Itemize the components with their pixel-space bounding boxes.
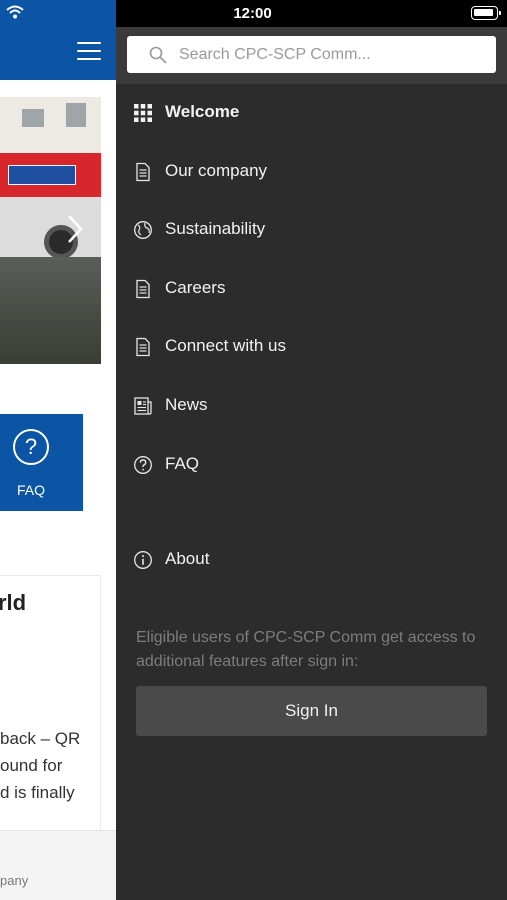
menu-item-about[interactable]: About (116, 535, 507, 585)
question-circle-icon: ? (13, 429, 49, 465)
app-header (0, 0, 116, 80)
page-footer (0, 830, 116, 900)
menu-item-label: Careers (165, 278, 226, 297)
globe-icon (134, 221, 152, 239)
news-card-title: rld (0, 590, 27, 615)
menu-item-careers[interactable]: Careers (116, 264, 507, 314)
sign-in-button[interactable]: Sign In (136, 686, 487, 736)
background-page: ? FAQ rld back – QR ound for d is finall… (0, 0, 116, 900)
news-card-line: ound for (0, 756, 63, 775)
menu-item-label: Connect with us (165, 336, 286, 355)
news-card-line: d is finally (0, 783, 75, 802)
status-bar: 12:00 (116, 0, 507, 27)
document-icon (136, 162, 150, 182)
wifi-icon (6, 5, 24, 19)
news-card-line: back – QR (0, 729, 81, 748)
grid-icon (134, 104, 152, 122)
document-icon (136, 337, 150, 357)
menu-item-label: FAQ (165, 454, 200, 473)
menu-item-label: Sustainability (165, 219, 266, 238)
document-icon (136, 279, 150, 299)
menu-item-label: News (165, 395, 208, 414)
status-time: 12:00 (233, 5, 272, 22)
menu-item-faq[interactable]: FAQ (116, 440, 507, 490)
signin-note: Eligible users of CPC-SCP Comm get acces… (136, 629, 476, 670)
menu-item-our-company[interactable]: Our company (116, 147, 507, 197)
menu-item-label: Our company (165, 161, 268, 180)
faq-tile[interactable]: ? FAQ (0, 414, 83, 511)
hero-carousel-image (0, 97, 101, 364)
menu-item-welcome[interactable]: Welcome (116, 88, 507, 138)
newspaper-icon (134, 397, 152, 415)
search-input[interactable] (179, 36, 489, 73)
hamburger-menu-icon[interactable] (77, 42, 101, 62)
menu-item-label: Welcome (165, 102, 240, 121)
footer-text: pany (0, 873, 29, 888)
carousel-next-icon[interactable] (66, 214, 84, 244)
battery-icon (471, 6, 501, 20)
faq-tile-label: FAQ (16, 482, 45, 498)
info-circle-icon (134, 551, 152, 569)
search-icon (149, 46, 167, 64)
search-bar (116, 27, 507, 84)
menu-item-label: About (165, 549, 210, 568)
question-circle-icon (134, 456, 152, 474)
menu-item-connect-with-us[interactable]: Connect with us (116, 322, 507, 372)
navigation-drawer: 12:00 Welcome Our company (116, 0, 507, 900)
menu-item-sustainability[interactable]: Sustainability (116, 205, 507, 255)
search-box[interactable] (127, 36, 496, 73)
menu-item-news[interactable]: News (116, 381, 507, 431)
